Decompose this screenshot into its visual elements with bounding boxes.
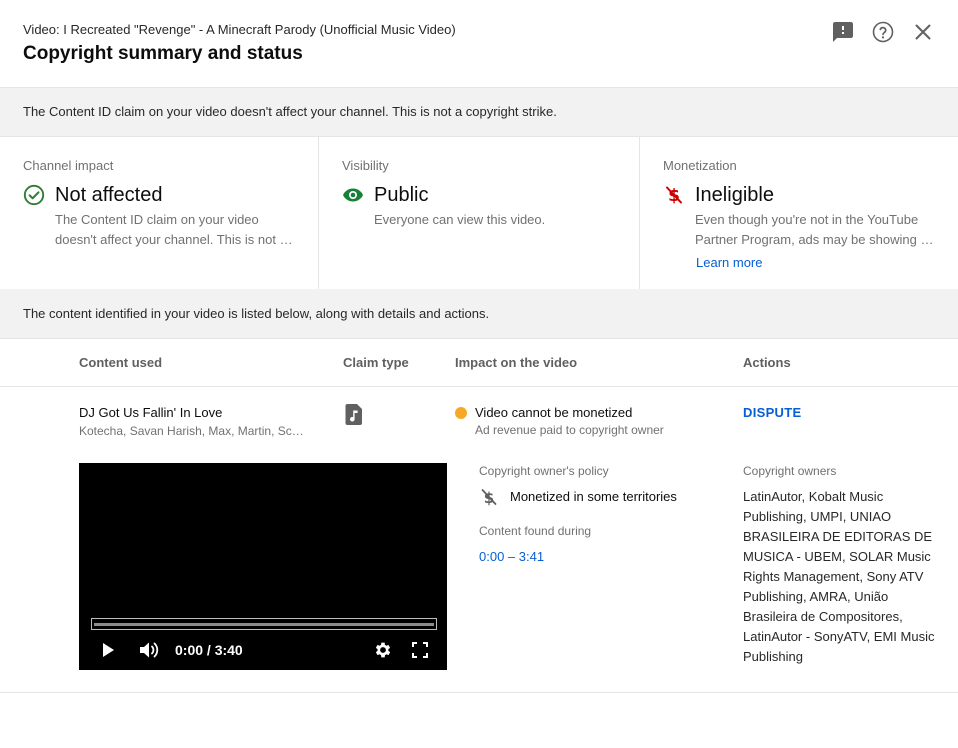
music-note-icon [345, 404, 364, 425]
content-found-range-link[interactable]: 0:00 – 3:41 [479, 549, 544, 564]
video-player[interactable]: 0:00 / 3:40 [79, 463, 447, 670]
help-icon[interactable] [871, 20, 895, 44]
card-label: Visibility [342, 158, 389, 173]
feedback-icon[interactable] [831, 20, 855, 44]
table-header: Content used Claim type Impact on the vi… [0, 339, 958, 387]
column-header-content-used: Content used [79, 355, 163, 370]
volume-icon[interactable] [138, 640, 160, 660]
card-description: The Content ID claim on your video doesn… [55, 210, 295, 250]
play-icon[interactable] [101, 640, 115, 660]
close-icon[interactable] [911, 20, 935, 44]
card-value: Public [374, 184, 429, 206]
policy-value: Monetized in some territories [510, 489, 677, 504]
table-row: DJ Got Us Fallin' In Love Kotecha, Savan… [0, 387, 958, 693]
progress-bar[interactable] [91, 618, 437, 630]
content-identified-banner: The content identified in your video is … [0, 289, 958, 339]
fullscreen-icon[interactable] [411, 640, 429, 660]
no-money-icon: $ [479, 487, 499, 507]
policy-label: Copyright owner's policy [479, 464, 609, 478]
card-description-line: Partner Program, ads may be showing on t… [695, 232, 935, 247]
card-description-line: doesn't affect your channel. This is not… [55, 232, 295, 247]
player-time: 0:00 / 3:40 [175, 642, 243, 658]
card-label: Channel impact [23, 158, 114, 173]
visibility-card: Visibility Public Everyone can view this… [319, 137, 640, 289]
impact-summary: Channel impact Not affected The Content … [0, 137, 958, 289]
column-header-actions: Actions [743, 355, 791, 370]
card-description-line: The Content ID claim on your video [55, 212, 259, 227]
no-money-icon: $ [663, 184, 685, 206]
column-header-claim-type: Claim type [343, 355, 409, 370]
impact-detail: Ad revenue paid to copyright owner [475, 423, 664, 437]
content-id-banner: The Content ID claim on your video doesn… [0, 88, 958, 137]
content-title: DJ Got Us Fallin' In Love [79, 405, 223, 420]
card-description-line: Even though you're not in the YouTube [695, 212, 919, 227]
video-title: Video: I Recreated "Revenge" - A Minecra… [23, 22, 456, 37]
channel-impact-card: Channel impact Not affected The Content … [0, 137, 319, 289]
column-header-impact: Impact on the video [455, 355, 578, 370]
dialog-title: Copyright summary and status [23, 43, 303, 64]
card-label: Monetization [663, 158, 737, 173]
copyright-owners-label: Copyright owners [743, 464, 837, 478]
card-value: Not affected [55, 184, 163, 206]
card-description: Even though you're not in the YouTube Pa… [695, 210, 935, 250]
content-artists: Kotecha, Savan Harish, Max, Martin, Schu… [79, 424, 307, 438]
progress-track [94, 623, 434, 626]
settings-gear-icon[interactable] [373, 640, 393, 660]
learn-more-link[interactable]: Learn more [696, 255, 762, 270]
dispute-button[interactable]: DISPUTE [743, 405, 801, 420]
card-description: Everyone can view this video. [374, 212, 546, 227]
card-value: Ineligible [695, 184, 774, 206]
monetization-card: Monetization $ Ineligible Even though yo… [640, 137, 958, 289]
content-found-label: Content found during [479, 524, 592, 538]
copyright-owners-list: LatinAutor, Kobalt Music Publishing, UMP… [743, 489, 935, 664]
check-circle-icon [23, 184, 45, 206]
impact-status: Video cannot be monetized [475, 405, 633, 420]
eye-icon [342, 184, 364, 206]
warning-status-dot [455, 407, 467, 419]
dialog-header: Video: I Recreated "Revenge" - A Minecra… [0, 0, 958, 88]
